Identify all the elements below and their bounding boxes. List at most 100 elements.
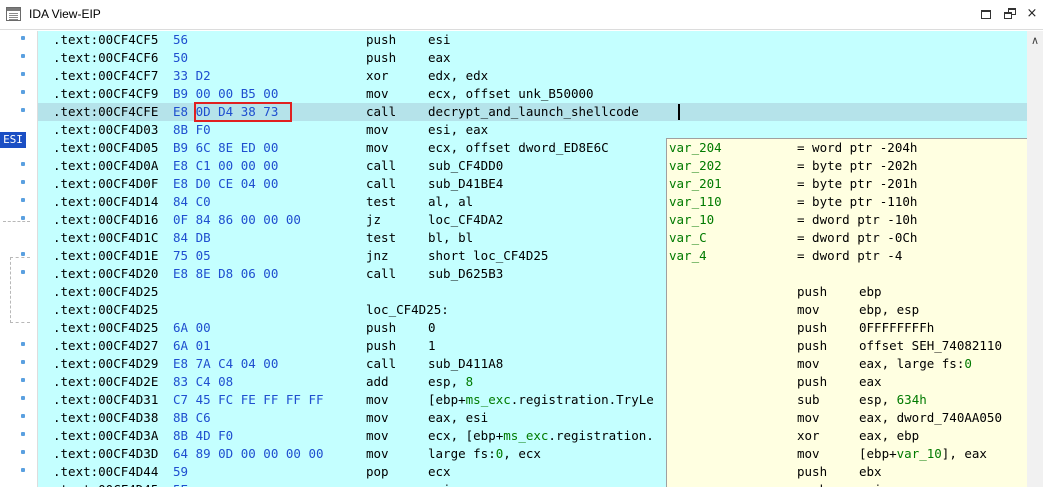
address: .text:00CF4D2E bbox=[53, 374, 159, 389]
stack-var-name: var_204 bbox=[669, 140, 722, 155]
ida-view-icon bbox=[6, 7, 21, 21]
mnemonic: jz bbox=[366, 212, 382, 227]
breakpoint-dot bbox=[21, 360, 25, 364]
address: .text:00CF4D38 bbox=[53, 410, 159, 425]
breakpoint-dot bbox=[21, 198, 25, 202]
scroll-up-icon[interactable]: ∧ bbox=[1027, 33, 1043, 49]
stack-var-def: = byte ptr -202h bbox=[797, 158, 918, 173]
operands[interactable]: decrypt_and_launch_shellcode bbox=[428, 103, 639, 121]
operands[interactable]: loc_CF4DA2 bbox=[428, 211, 503, 229]
address: .text:00CF4CF6 bbox=[53, 50, 159, 65]
operands[interactable]: short loc_CF4D25 bbox=[428, 247, 548, 265]
listing-row[interactable]: .text:00CF4CF5 56 push esi bbox=[38, 31, 1027, 49]
opcode-bytes: 5E bbox=[173, 481, 188, 487]
operands[interactable]: sub_D41BE4 bbox=[428, 175, 503, 193]
address: .text:00CF4D0F bbox=[53, 176, 159, 191]
stack-var-def: = byte ptr -201h bbox=[797, 176, 918, 191]
operands[interactable]: ecx, [ebp+ms_exc.registration. bbox=[428, 427, 654, 445]
hint-var-row: var_202 = byte ptr -202h bbox=[667, 157, 1027, 175]
hint-var-row: var_110 = byte ptr -110h bbox=[667, 193, 1027, 211]
restore-button[interactable] bbox=[1001, 6, 1019, 22]
operands[interactable]: sub_CF4DD0 bbox=[428, 157, 503, 175]
stack-var-def: = word ptr -204h bbox=[797, 140, 918, 155]
hint-mnemonic: mov bbox=[797, 302, 820, 317]
operands[interactable]: sub_D625B3 bbox=[428, 265, 503, 283]
breakpoint-dot bbox=[21, 36, 25, 40]
hint-var-row: var_204 = word ptr -204h bbox=[667, 139, 1027, 157]
opcode-bytes: 64 89 0D 00 00 00 00 bbox=[173, 446, 324, 461]
operands[interactable]: edx, edx bbox=[428, 67, 488, 85]
call-offset-highlight bbox=[194, 102, 292, 122]
listing-row[interactable]: .text:00CF4CF6 50 push eax bbox=[38, 49, 1027, 67]
address: .text:00CF4CFE bbox=[53, 104, 159, 119]
operands[interactable]: bl, bl bbox=[428, 229, 473, 247]
listing-row[interactable]: .text:00CF4CF9 B9 00 00 B5 00 mov ecx, offs… bbox=[38, 85, 1027, 103]
breakpoint-dot bbox=[21, 378, 25, 382]
breakpoint-dot bbox=[21, 396, 25, 400]
hint-code-row: xor eax, ebp bbox=[667, 427, 1027, 445]
operands[interactable]: eax bbox=[428, 49, 451, 67]
operands[interactable]: esi, eax bbox=[428, 121, 488, 139]
vertical-scrollbar[interactable]: ∧ bbox=[1027, 31, 1043, 487]
address: .text:00CF4D14 bbox=[53, 194, 159, 209]
listing-row[interactable]: .text:00CF4CF7 33 D2 xor edx, edx bbox=[38, 67, 1027, 85]
hint-var-row: var_4 = dword ptr -4 bbox=[667, 247, 1027, 265]
operands[interactable]: ecx bbox=[428, 463, 451, 481]
address: .text:00CF4D25 bbox=[53, 302, 159, 317]
hint-operands: esp, 634h bbox=[859, 392, 927, 407]
hint-mnemonic: push bbox=[797, 338, 828, 353]
address: .text:00CF4D1C bbox=[53, 230, 159, 245]
address: .text:00CF4D16 bbox=[53, 212, 159, 227]
address: .text:00CF4D3A bbox=[53, 428, 159, 443]
hint-operands: offset SEH_74082110 bbox=[859, 338, 1002, 353]
mnemonic: test bbox=[366, 230, 397, 245]
opcode-bytes: 83 C4 08 bbox=[173, 374, 234, 389]
mnemonic: pop bbox=[366, 464, 389, 479]
breakpoint-dot bbox=[21, 216, 25, 220]
stack-var-name: var_201 bbox=[669, 176, 722, 191]
operands[interactable]: 0 bbox=[428, 319, 436, 337]
hint-mnemonic: push bbox=[797, 481, 827, 487]
mnemonic: add bbox=[366, 374, 389, 389]
close-button[interactable]: × bbox=[1023, 6, 1041, 22]
breakpoint-dot bbox=[21, 108, 25, 112]
address: .text:00CF4D29 bbox=[53, 356, 159, 371]
operands[interactable]: esp, 8 bbox=[428, 373, 473, 391]
operands[interactable]: eax, esi bbox=[428, 409, 488, 427]
hint-code-row: mov eax, dword_740AA050 bbox=[667, 409, 1027, 427]
text-cursor bbox=[678, 104, 680, 120]
operands[interactable]: al, al bbox=[428, 193, 473, 211]
mnemonic: mov bbox=[366, 410, 389, 425]
hint-operands: eax, ebp bbox=[859, 428, 920, 443]
hint-operands: ebp, esp bbox=[859, 302, 920, 317]
listing-row[interactable]: .text:00CF4D03 8B F0 mov esi, eax bbox=[38, 121, 1027, 139]
disassembly-listing[interactable]: .text:00CF4CF5 56 push esi .text:00CF4CF6 50 p… bbox=[37, 31, 1027, 487]
mnemonic: push bbox=[366, 320, 397, 335]
mnemonic: call bbox=[366, 158, 397, 173]
operands[interactable]: esi bbox=[428, 31, 451, 49]
opcode-bytes: E8 7A C4 04 00 bbox=[173, 356, 279, 371]
address: .text:00CF4D31 bbox=[53, 392, 159, 407]
stack-var-name: var_10 bbox=[669, 212, 715, 227]
hint-code-row: push offset SEH_74082110 bbox=[667, 337, 1027, 355]
operands[interactable]: large fs:0, ecx bbox=[428, 445, 541, 463]
esi-register-badge[interactable]: ESI bbox=[0, 132, 26, 148]
operands[interactable]: ecx, offset dword_ED8E6C bbox=[428, 139, 609, 157]
hint-code-row: push eax bbox=[667, 373, 1027, 391]
hint-var-row: var_C = dword ptr -0Ch bbox=[667, 229, 1027, 247]
opcode-bytes: 6A 00 bbox=[173, 320, 211, 335]
maximize-button[interactable] bbox=[977, 6, 995, 22]
mnemonic: push bbox=[366, 32, 397, 47]
opcode-bytes: 84 C0 bbox=[173, 194, 211, 209]
operands[interactable]: [ebp+ms_exc.registration.TryLe bbox=[428, 391, 654, 409]
opcode-bytes: 50 bbox=[173, 50, 189, 65]
opcode-bytes: 8B F0 bbox=[173, 122, 211, 137]
address: .text:00CF4D45 bbox=[53, 481, 158, 487]
operands[interactable]: ecx, offset unk_B50000 bbox=[428, 85, 594, 103]
listing-row[interactable]: .text:00CF4CFE E8 0D D4 38 73 call decrypt_… bbox=[38, 103, 1027, 121]
code-label[interactable]: loc_CF4D25: bbox=[366, 301, 449, 319]
mnemonic: push bbox=[366, 338, 397, 353]
operands[interactable]: 1 bbox=[428, 337, 436, 355]
operands[interactable]: esi bbox=[428, 481, 451, 487]
operands[interactable]: sub_D411A8 bbox=[428, 355, 503, 373]
